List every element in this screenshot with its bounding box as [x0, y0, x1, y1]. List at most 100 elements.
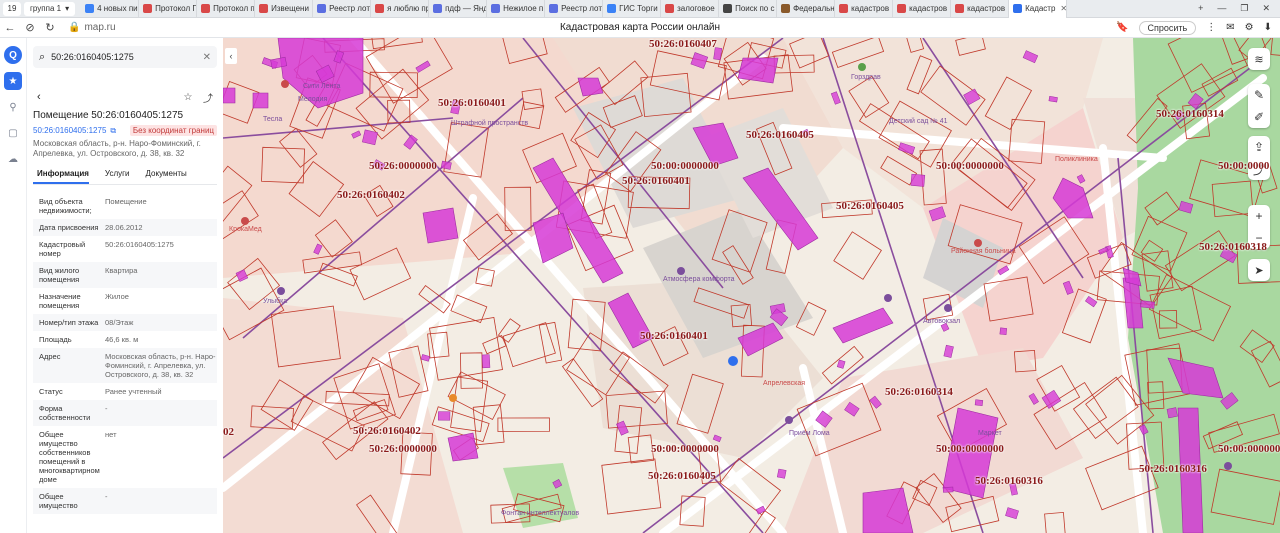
building-footprint[interactable] — [1140, 300, 1155, 309]
edit-icon[interactable]: ✐ — [1248, 106, 1270, 128]
browser-tab[interactable]: кадастров — [893, 0, 952, 18]
tab-info[interactable]: Информация — [33, 167, 89, 184]
back-icon[interactable]: ← — [0, 22, 20, 34]
star-icon[interactable]: ☆ — [181, 92, 195, 103]
building-footprint[interactable] — [942, 486, 954, 493]
browser-tab[interactable]: Реестр лот — [313, 0, 372, 18]
maximize-icon[interactable]: ❐ — [1240, 3, 1248, 14]
building-footprint[interactable] — [440, 160, 452, 170]
tab-label: Протокол П — [155, 4, 198, 13]
poi-label[interactable]: Приём Лома — [789, 430, 830, 437]
browser-tab[interactable]: Протокол П — [139, 0, 198, 18]
layers-rail-icon[interactable]: ▢ — [4, 124, 22, 142]
layers-icon[interactable]: ≋ — [1248, 48, 1270, 70]
copy-icon[interactable]: ⧉ — [110, 126, 116, 136]
download-icon[interactable]: ⬇ — [1264, 22, 1272, 33]
cadastral-block-label: 50:00:0000000 — [651, 160, 719, 172]
building-footprint[interactable] — [1166, 407, 1178, 419]
poi-label[interactable]: КрокаМед — [229, 226, 262, 233]
building-footprint[interactable] — [910, 173, 926, 187]
browser-tab[interactable]: я люблю пр — [371, 0, 430, 18]
tab-add-icon[interactable]: + — [1198, 3, 1203, 14]
poi-label[interactable]: Улыбка — [263, 298, 287, 305]
ask-button[interactable]: Спросить — [1138, 20, 1197, 35]
share-icon[interactable]: ⤴ — [201, 90, 215, 105]
close-icon[interactable]: ✕ — [1262, 3, 1270, 14]
browser-tab[interactable]: Извещени — [255, 0, 314, 18]
back-arrow-icon[interactable]: ‹ — [37, 91, 41, 103]
browser-tab[interactable]: Кадастр ✕ — [1009, 0, 1068, 18]
cadastral-block-label: 50:26:0160405 — [746, 129, 814, 141]
collapse-panel-button[interactable]: ‹ — [225, 48, 237, 64]
building-footprint[interactable] — [999, 327, 1008, 335]
poi-label[interactable]: Тесла — [263, 116, 282, 123]
reload-icon[interactable]: ↻ — [40, 21, 60, 34]
browser-tab[interactable]: залоговое — [661, 0, 720, 18]
chat-icon[interactable]: ✉ — [1226, 22, 1234, 33]
building-footprint[interactable] — [776, 468, 787, 479]
map-canvas[interactable] — [223, 38, 1280, 533]
poi-label[interactable]: Штрафной пространств — [451, 120, 528, 127]
tab-favicon-icon — [897, 4, 907, 13]
building-footprint[interactable] — [437, 411, 451, 421]
building-footprint[interactable] — [974, 399, 984, 407]
building-footprint[interactable] — [481, 354, 491, 369]
poi-label[interactable]: Фонтан интеллектуалов — [501, 510, 579, 517]
poi-label[interactable]: Апрелевская — [763, 380, 805, 387]
cadastral-number-link[interactable]: 50:26:0160405:1275 — [33, 126, 106, 135]
property-row: Общее имущество собственников помещений … — [33, 426, 217, 488]
browser-tab[interactable]: Поиск по с — [719, 0, 778, 18]
tab-services[interactable]: Услуги — [101, 167, 130, 184]
building-footprint[interactable] — [1048, 96, 1058, 103]
tab-group[interactable]: группа 1 ▾ — [24, 1, 76, 16]
building-footprint[interactable] — [362, 129, 378, 146]
tab-label: Реестр лот — [561, 4, 602, 13]
upload-icon[interactable]: ⇪ — [1248, 136, 1270, 158]
poi-label[interactable]: Поликлиника — [1055, 156, 1098, 163]
search-input[interactable] — [51, 52, 197, 62]
property-value: Жилое — [105, 292, 129, 301]
ruler-icon[interactable]: ✎ — [1248, 84, 1270, 106]
browser-tab[interactable]: Федеральн — [777, 0, 836, 18]
favorites-icon[interactable]: ★ — [4, 72, 22, 90]
browser-tab[interactable]: ГИС Торги — [603, 0, 662, 18]
extensions-icon[interactable]: ⚙ — [1245, 22, 1254, 33]
app-logo-icon[interactable]: Q — [4, 46, 22, 64]
cadastral-block-label: 50:26:0160401 — [438, 97, 506, 109]
poi-label[interactable]: Сити Лента — [303, 83, 340, 90]
clear-search-icon[interactable]: ✕ — [203, 52, 211, 63]
location-icon[interactable]: ⚲ — [4, 98, 22, 116]
tab-documents[interactable]: Документы — [142, 167, 187, 184]
minimize-icon[interactable]: — — [1217, 3, 1226, 14]
close-tab-icon[interactable]: ✕ — [1060, 4, 1066, 13]
poi-label[interactable]: Мелодия — [298, 96, 327, 103]
url-field[interactable]: 🔒 map.ru — [68, 22, 116, 33]
browser-tab[interactable]: кадастров — [951, 0, 1010, 18]
poi-label[interactable]: Автовокзал — [923, 318, 960, 325]
bookmark-icon[interactable]: 🔖 — [1116, 22, 1128, 33]
property-key: Кадастровый номер — [39, 240, 86, 258]
zoom-in-button[interactable]: + — [1248, 205, 1270, 227]
browser-tab[interactable]: Реестр лот — [545, 0, 604, 18]
poi-label[interactable]: Атмосфера комфорта — [663, 276, 735, 283]
cadastral-block-label: 50:26:0160401 — [640, 330, 708, 342]
browser-tab[interactable]: Протокол п — [197, 0, 256, 18]
more-icon[interactable]: ⋮ — [1206, 22, 1216, 33]
tab-label: Федеральн — [793, 4, 835, 13]
property-key: Форма собственности — [39, 404, 91, 422]
property-row: Назначение помещения Жилое — [33, 288, 217, 314]
tab-counter[interactable]: 19 — [3, 1, 21, 16]
object-address: Московская область, р-н. Наро-Фоминский,… — [33, 139, 201, 158]
browser-tab[interactable]: пдф — Янд — [429, 0, 488, 18]
poi-label[interactable]: Районная больница — [951, 248, 1016, 255]
cadastral-map[interactable]: ‹ ≋ ✎ ✐ ⇪ ⤴ + − ➤ 50:26:0160407 50:26:016… — [223, 38, 1280, 533]
poi-label[interactable]: Горздрав — [851, 74, 881, 81]
poi-label[interactable]: Детский сад № 41 — [889, 118, 948, 125]
geolocate-icon[interactable]: ➤ — [1248, 259, 1270, 281]
cloud-icon[interactable]: ☁ — [4, 150, 22, 168]
poi-label[interactable]: Маркет — [978, 430, 1002, 437]
browser-tab[interactable]: 4 новых пи — [81, 0, 140, 18]
shield-icon[interactable]: ⊘ — [20, 21, 40, 34]
browser-tab[interactable]: кадастров — [835, 0, 894, 18]
browser-tab[interactable]: Нежилое п — [487, 0, 546, 18]
